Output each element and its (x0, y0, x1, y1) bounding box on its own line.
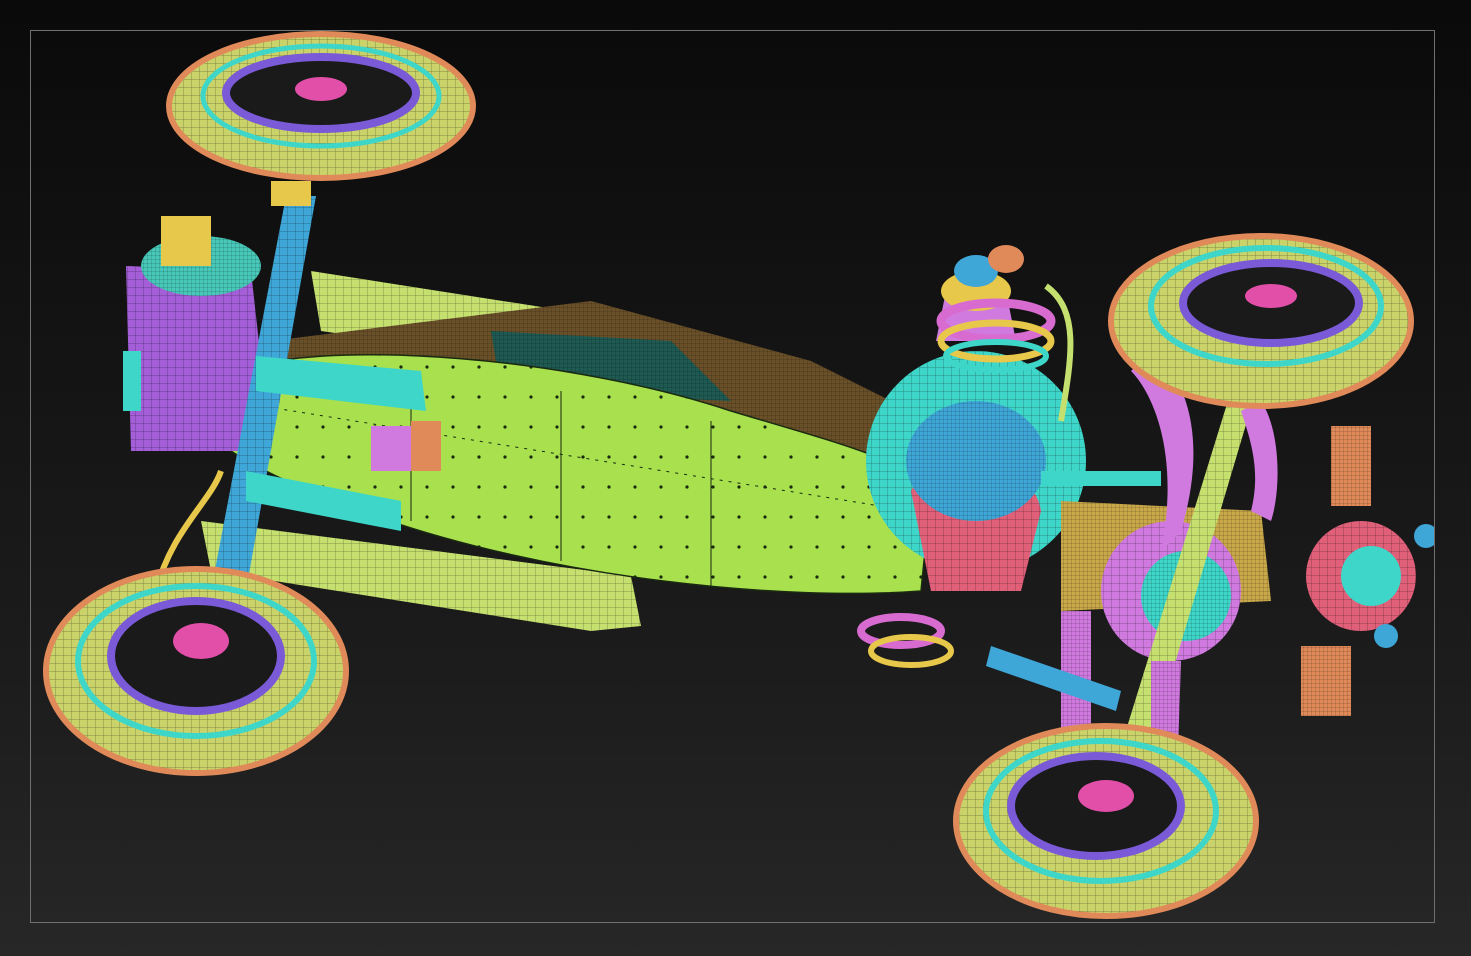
rear-gearbox[interactable] (1061, 426, 1435, 716)
wheel-front-left[interactable] (166, 31, 476, 181)
wheel-rear-right[interactable] (953, 723, 1259, 919)
model-render[interactable] (31, 31, 1435, 923)
wheel-rear-left[interactable] (1108, 233, 1414, 409)
zbrush-canvas (0, 0, 1471, 956)
wheel-front-right[interactable] (43, 566, 349, 776)
engine-block[interactable] (866, 245, 1086, 591)
viewport-3d[interactable] (30, 30, 1435, 923)
